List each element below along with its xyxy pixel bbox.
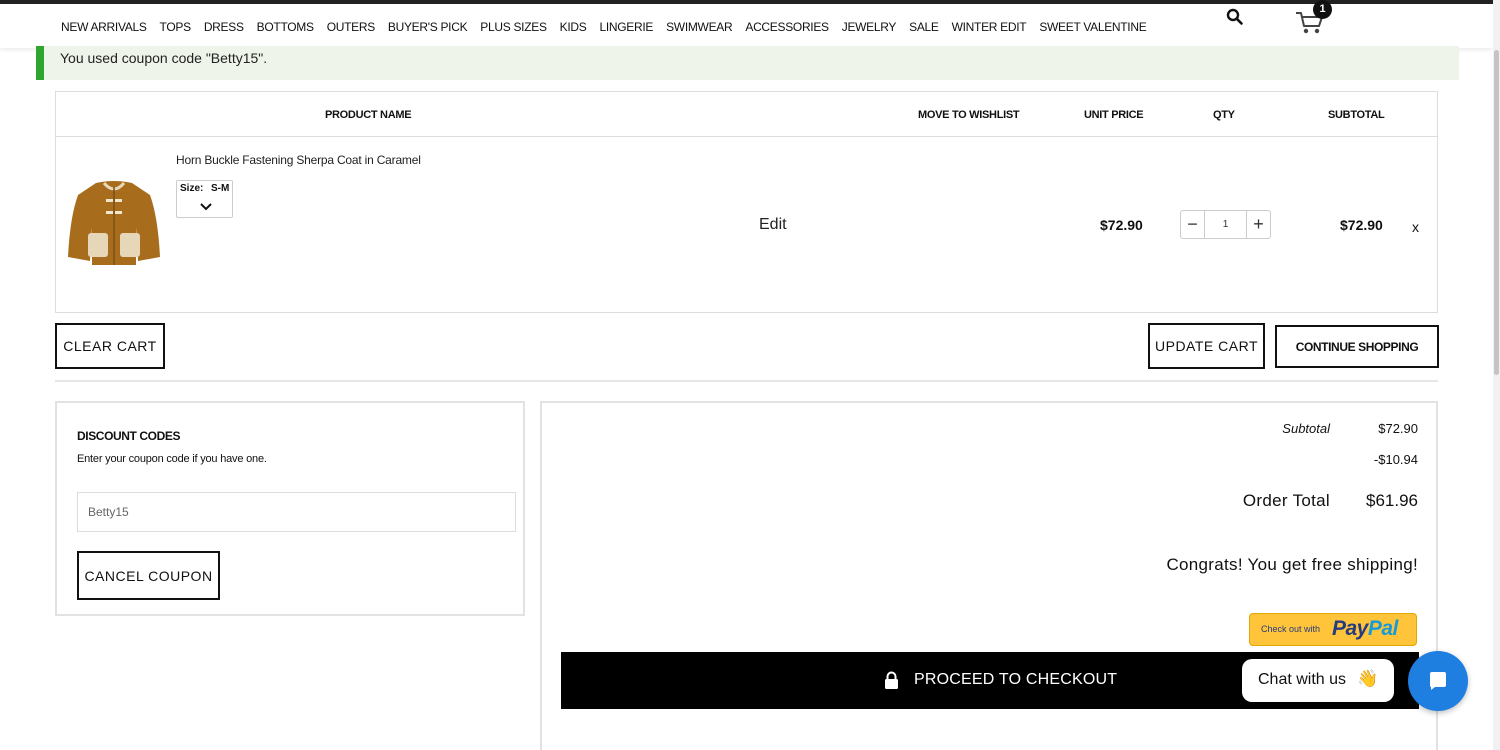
paypal-prefix-text: Check out with — [1261, 624, 1321, 634]
paypal-logo: PayPal — [1332, 617, 1398, 640]
page-scrollbar-thumb[interactable] — [1494, 50, 1499, 375]
chat-icon — [1430, 672, 1446, 690]
row-subtotal: $72.90 — [1340, 217, 1383, 233]
nav-item-accessories[interactable]: ACCESSORIES — [745, 20, 829, 34]
discount-title: DISCOUNT CODES — [77, 429, 181, 443]
nav-item-outers[interactable]: OUTERS — [327, 20, 376, 34]
waving-hand-icon: 👋 — [1357, 669, 1379, 688]
unit-price: $72.90 — [1100, 217, 1143, 233]
search-icon[interactable] — [1226, 8, 1244, 26]
chevron-down-icon — [200, 203, 212, 211]
chat-label: Chat with us — [1258, 671, 1347, 688]
lock-icon — [885, 671, 898, 689]
quantity-stepper: − + — [1180, 210, 1271, 239]
order-total-value: $61.96 — [1366, 491, 1418, 510]
subtotal-label: Subtotal — [1282, 421, 1330, 436]
size-label: Size: — [180, 183, 204, 194]
coupon-applied-notice: You used coupon code "Betty15". — [36, 46, 1459, 80]
nav-item-lingerie[interactable]: LINGERIE — [599, 20, 653, 34]
clear-cart-button[interactable]: CLEAR CART — [55, 323, 165, 369]
order-total-label: Order Total — [1242, 491, 1330, 510]
cart-table-header: PRODUCT NAME MOVE TO WISHLIST UNIT PRICE… — [56, 92, 1437, 137]
nav-item-new-arrivals[interactable]: NEW ARRIVALS — [61, 20, 147, 34]
column-subtotal: SUBTOTAL — [1328, 109, 1385, 121]
size-value: S-M — [211, 183, 230, 194]
discount-panel: DISCOUNT CODES Enter your coupon code if… — [55, 401, 525, 616]
nav-item-winter-edit[interactable]: WINTER EDIT — [952, 20, 1027, 34]
paypal-checkout-button[interactable]: Check out with PayPal — [1249, 613, 1417, 646]
nav-item-sale[interactable]: SALE — [909, 20, 939, 34]
nav-item-kids[interactable]: KIDS — [560, 20, 587, 34]
chat-launcher-button[interactable] — [1408, 651, 1468, 711]
remove-item-button[interactable]: x — [1412, 219, 1419, 235]
cart-table: PRODUCT NAME MOVE TO WISHLIST UNIT PRICE… — [55, 91, 1438, 313]
size-select[interactable]: Size: S-M — [176, 180, 233, 218]
column-qty: QTY — [1213, 109, 1235, 121]
coupon-applied-message: You used coupon code "Betty15". — [60, 50, 268, 66]
nav-item-tops[interactable]: TOPS — [160, 20, 192, 34]
main-nav: NEW ARRIVALS TOPS DRESS BOTTOMS OUTERS B… — [61, 20, 1147, 34]
cancel-coupon-button[interactable]: CANCEL COUPON — [77, 551, 220, 600]
subtotal-value: $72.90 — [1378, 421, 1418, 436]
section-divider — [55, 380, 1438, 382]
column-move-to-wishlist: MOVE TO WISHLIST — [918, 109, 1020, 121]
nav-item-dress[interactable]: DRESS — [204, 20, 244, 34]
site-header: NEW ARRIVALS TOPS DRESS BOTTOMS OUTERS B… — [0, 4, 1493, 48]
product-name-link[interactable]: Horn Buckle Fastening Sherpa Coat in Car… — [176, 153, 421, 167]
quantity-decrease-button[interactable]: − — [1181, 211, 1205, 238]
nav-item-bottoms[interactable]: BOTTOMS — [257, 20, 314, 34]
discount-value: -$10.94 — [1373, 452, 1418, 467]
nav-item-sweet-valentine[interactable]: SWEET VALENTINE — [1039, 20, 1146, 34]
product-image[interactable] — [66, 177, 162, 269]
nav-item-plus-sizes[interactable]: PLUS SIZES — [480, 20, 547, 34]
quantity-increase-button[interactable]: + — [1246, 211, 1270, 238]
free-shipping-message: Congrats! You get free shipping! — [1166, 555, 1418, 574]
update-cart-button[interactable]: UPDATE CART — [1148, 323, 1265, 369]
nav-item-swimwear[interactable]: SWIMWEAR — [666, 20, 733, 34]
chat-with-us-bubble[interactable]: Chat with us 👋 — [1242, 659, 1394, 702]
edit-item-link[interactable]: Edit — [759, 216, 787, 234]
cart-count-badge: 1 — [1313, 0, 1332, 19]
discount-help-text: Enter your coupon code if you have one. — [77, 453, 267, 465]
checkout-label: PROCEED TO CHECKOUT — [914, 671, 1118, 688]
column-product-name: PRODUCT NAME — [325, 109, 412, 121]
quantity-input[interactable] — [1205, 211, 1246, 238]
nav-item-jewelry[interactable]: JEWELRY — [842, 20, 897, 34]
nav-item-buyers-pick[interactable]: BUYER'S PICK — [388, 20, 468, 34]
coupon-code-input[interactable] — [77, 492, 516, 532]
continue-shopping-button[interactable]: CONTINUE SHOPPING — [1275, 325, 1439, 368]
column-unit-price: UNIT PRICE — [1084, 109, 1144, 121]
